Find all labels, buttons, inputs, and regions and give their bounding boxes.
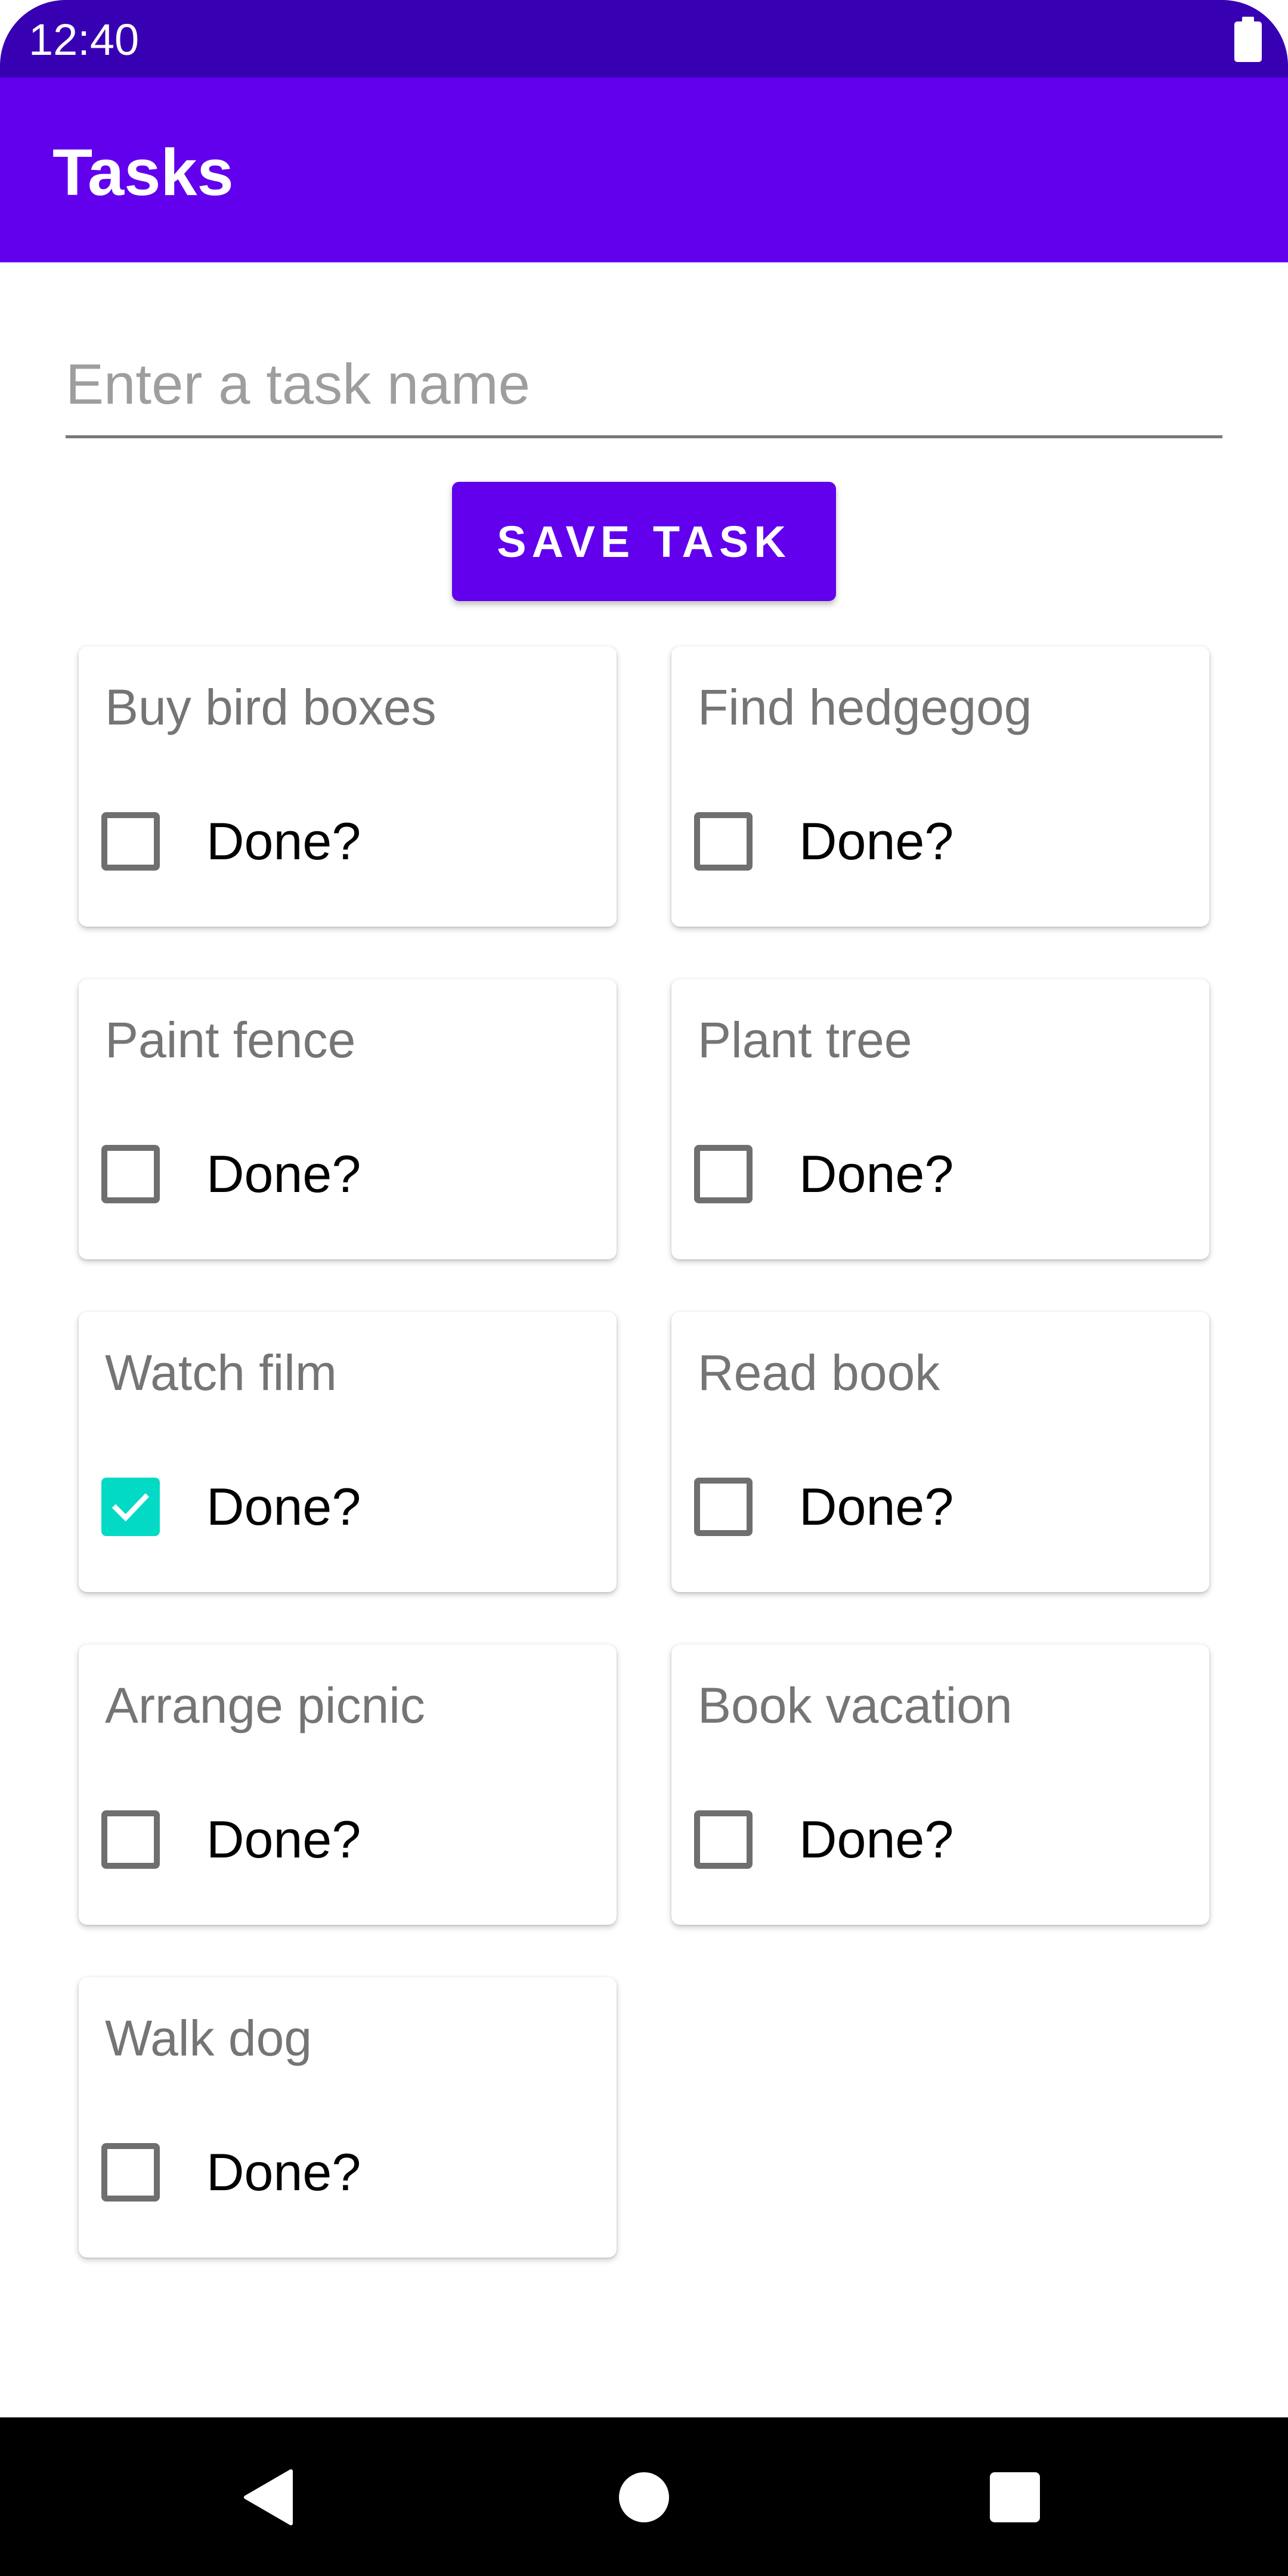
- done-label: Done?: [206, 812, 361, 871]
- back-icon[interactable]: [243, 2469, 293, 2526]
- done-checkbox[interactable]: [694, 812, 753, 871]
- done-checkbox[interactable]: [694, 1478, 753, 1536]
- done-label: Done?: [799, 812, 954, 871]
- task-name: Buy bird boxes: [105, 679, 436, 735]
- status-bar: 12:40: [0, 0, 1288, 78]
- done-checkbox-row[interactable]: Done?: [101, 1141, 361, 1207]
- save-task-button[interactable]: SAVE TASK: [452, 482, 836, 601]
- done-checkbox[interactable]: [101, 1810, 160, 1869]
- done-checkbox-row[interactable]: Done?: [101, 809, 361, 874]
- done-checkbox-row[interactable]: Done?: [694, 1807, 953, 1872]
- task-card: Paint fence Done?: [79, 979, 617, 1259]
- done-checkbox-row[interactable]: Done?: [101, 2140, 361, 2205]
- done-checkbox-checked[interactable]: [101, 1478, 160, 1536]
- task-list: Buy bird boxes Done? Find hedgegog Done? Pai…: [79, 646, 1209, 2258]
- task-name: Paint fence: [105, 1012, 356, 1068]
- task-name: Watch film: [105, 1345, 337, 1401]
- task-card: Buy bird boxes Done?: [79, 646, 617, 927]
- done-checkbox-row[interactable]: Done?: [694, 1141, 953, 1207]
- page-title: Tasks: [52, 136, 234, 209]
- task-name: Walk dog: [105, 2010, 312, 2066]
- task-name: Arrange picnic: [105, 1677, 425, 1733]
- app-bar: Tasks: [0, 78, 1288, 262]
- done-checkbox-row[interactable]: Done?: [694, 1474, 953, 1540]
- done-label: Done?: [799, 1477, 954, 1536]
- done-checkbox[interactable]: [694, 1145, 753, 1203]
- done-checkbox[interactable]: [101, 812, 160, 871]
- done-checkbox-row[interactable]: Done?: [101, 1807, 361, 1872]
- home-icon[interactable]: [619, 2472, 669, 2522]
- app-screen: 12:40 Tasks SAVE TASK Buy bird boxes Done…: [0, 0, 1288, 2576]
- recents-icon[interactable]: [990, 2472, 1040, 2522]
- done-checkbox[interactable]: [694, 1810, 753, 1869]
- done-label: Done?: [206, 1144, 361, 1203]
- task-name: Find hedgegog: [698, 679, 1032, 735]
- done-checkbox-row[interactable]: Done?: [694, 809, 953, 874]
- task-card: Book vacation Done?: [671, 1645, 1209, 1925]
- status-time: 12:40: [29, 15, 140, 64]
- task-name: Plant tree: [698, 1012, 912, 1068]
- task-card: Read book Done?: [671, 1312, 1209, 1592]
- task-card: Find hedgegog Done?: [671, 646, 1209, 927]
- task-card: Plant tree Done?: [671, 979, 1209, 1259]
- done-checkbox-row[interactable]: Done?: [101, 1474, 361, 1540]
- task-name: Book vacation: [698, 1677, 1013, 1733]
- checkmark-icon: [112, 1493, 150, 1522]
- done-label: Done?: [206, 1477, 361, 1536]
- task-card: Arrange picnic Done?: [79, 1645, 617, 1925]
- task-name-input[interactable]: [66, 334, 1222, 438]
- done-label: Done?: [206, 1810, 361, 1869]
- done-checkbox[interactable]: [101, 1145, 160, 1203]
- done-label: Done?: [799, 1144, 954, 1203]
- navigation-bar: [0, 2417, 1288, 2576]
- task-card: Walk dog Done?: [79, 1977, 617, 2258]
- done-checkbox[interactable]: [101, 2143, 160, 2202]
- done-label: Done?: [799, 1810, 954, 1869]
- task-name: Read book: [698, 1345, 940, 1401]
- task-card: Watch film Done?: [79, 1312, 617, 1592]
- battery-icon: [1234, 17, 1262, 62]
- done-label: Done?: [206, 2142, 361, 2202]
